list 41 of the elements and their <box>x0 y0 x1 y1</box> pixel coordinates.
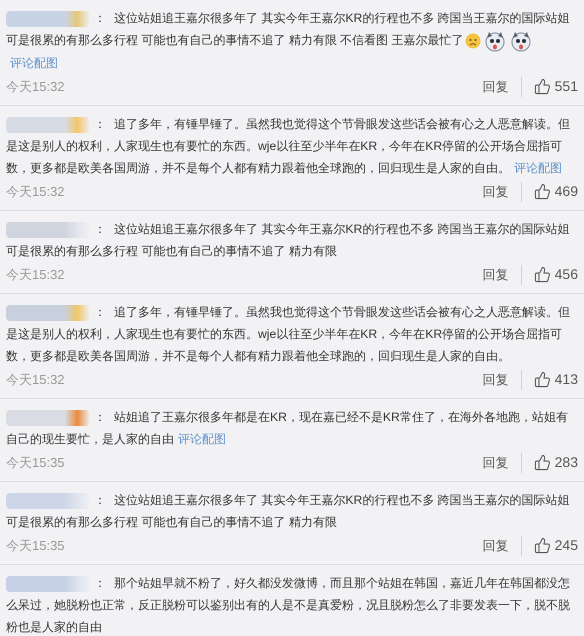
like-button[interactable]: 413 <box>522 369 578 390</box>
comment-time: 今天15:35 <box>6 537 65 556</box>
dog-face-icon <box>510 30 532 52</box>
comment-text: ： 这位站姐追王嘉尔很多年了 其实今年王嘉尔KR的行程也不多 跨国当王嘉尔的国际站姐可是很累的有那么多行程 可能也有自己的事情不追了 精力有限 不信看图 王嘉尔最忙了 评论配图 <box>6 10 571 72</box>
like-button[interactable]: 456 <box>522 264 578 286</box>
comment-text: ： 追了多年，有锤早锤了。虽然我也觉得这个节骨眼发这些话会被有心之人恶意解读。但是这是别人的权利，人家现生也有要忙的东西。wje以往至少半年在KR，今年在KR停留的公开场合屈指可数，更多都是欧美各国周游，并不是每个人都有精力跟着他全球跑的，回归现生是人家的自由。 评论配图 <box>6 116 571 177</box>
colon: ： <box>94 304 106 319</box>
colon: ： <box>94 116 106 131</box>
colon: ： <box>94 11 106 25</box>
thumbs-up-icon <box>534 454 551 472</box>
like-button[interactable]: 283 <box>522 452 578 474</box>
colon: ： <box>94 410 106 424</box>
comment-time: 今天15:35 <box>6 454 65 472</box>
sad-face-icon <box>464 32 481 49</box>
comment-text: ： 那个站姐早就不粉了，好久都没发微博，而且那个站姐在韩国，嘉近几年在韩国都没怎么呆过，她脱粉也正常，反正脱粉可以鉴别出有的人是不是真爱粉，况且脱粉怎么了非要发表一下，脱不脱粉也是人家的自由 <box>6 574 571 636</box>
comment-time: 今天15:32 <box>6 78 65 96</box>
like-button[interactable]: 469 <box>522 181 578 202</box>
reply-button[interactable]: 回复 <box>482 265 522 285</box>
reply-button[interactable]: 回复 <box>482 77 522 97</box>
comment-text: ： 站姐追了王嘉尔很多年都是在KR，现在嘉已经不是KR常住了，在海外各地跑，站姐有自己的现生要忙，是人家的自由 评论配图 <box>6 408 569 448</box>
dog-face-icon <box>484 30 506 52</box>
comment-text: ： 追了多年，有锤早锤了。虽然我也觉得这个节骨眼发这些话会被有心之人恶意解读。但是这是别人的权利，人家现生也有要忙的东西。wje以往至少半年在KR，今年在KR停留的公开场合屈指可数，更多都是欧美各国周游，并不是每个人都有精力跟着他全球跑的，回归现生是人家的自由。 <box>6 304 571 365</box>
thumbs-up-icon <box>534 183 551 200</box>
reply-button[interactable]: 回复 <box>482 453 522 473</box>
like-button[interactable]: 245 <box>522 535 578 556</box>
like-button[interactable]: 551 <box>522 76 578 98</box>
colon: ： <box>94 576 106 590</box>
thumbs-up-icon <box>534 537 551 554</box>
colon: ： <box>94 492 106 507</box>
comment-text: ： 这位站姐追王嘉尔很多年了 其实今年王嘉尔KR的行程也不多 跨国当王嘉尔的国际站姐可是很累的有那么多行程 可能也有自己的事情不追了 精力有限 <box>6 492 571 531</box>
thumbs-up-icon <box>534 266 551 284</box>
comment-time: 今天15:32 <box>6 266 65 284</box>
reply-button[interactable]: 回复 <box>482 182 522 202</box>
comment-time: 今天15:32 <box>6 183 65 202</box>
thumbs-up-icon <box>534 371 551 388</box>
comment-text: ： 这位站姐追王嘉尔很多年了 其实今年王嘉尔KR的行程也不多 跨国当王嘉尔的国际站姐可是很累的有那么多行程 可能也有自己的事情不追了 精力有限 <box>6 220 571 260</box>
thumbs-up-icon <box>534 78 551 96</box>
reply-button[interactable]: 回复 <box>482 370 522 390</box>
colon: ： <box>94 222 106 236</box>
reply-button[interactable]: 回复 <box>482 536 522 556</box>
comment-time: 今天15:32 <box>6 371 65 390</box>
